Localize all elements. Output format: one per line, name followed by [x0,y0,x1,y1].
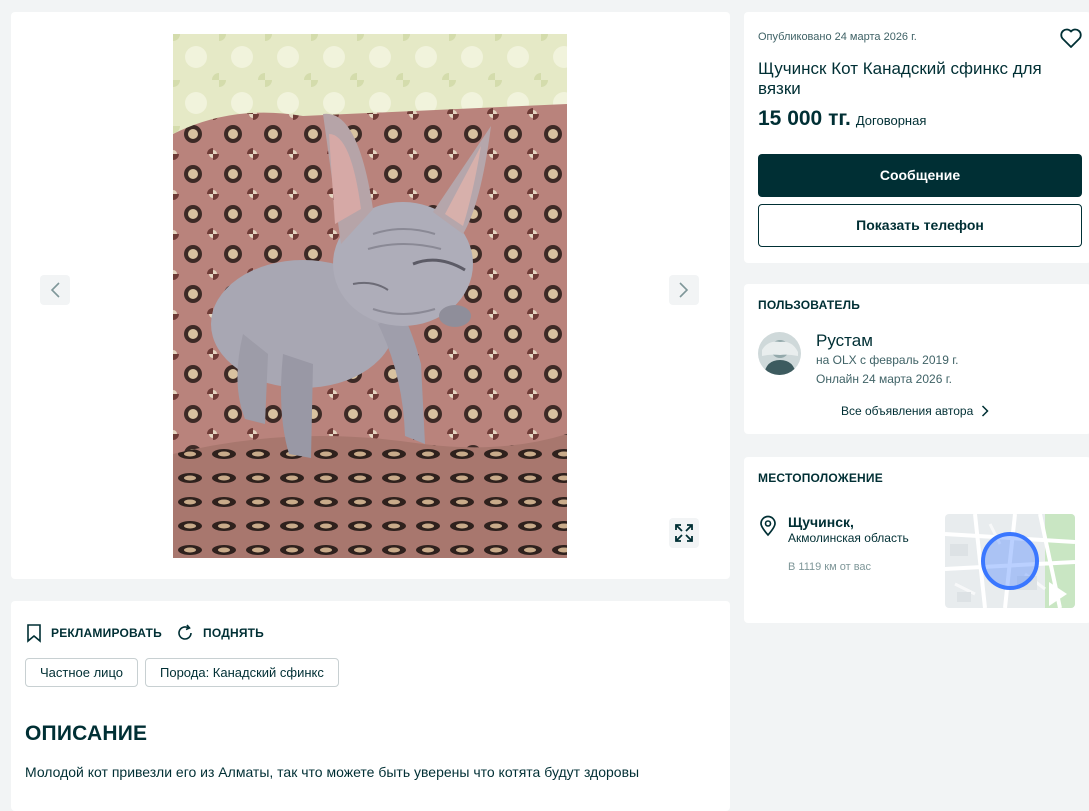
map-thumbnail [945,514,1075,608]
tag-breed: Порода: Канадский сфинкс [145,658,339,687]
raise-label: ПОДНЯТЬ [203,626,264,640]
gallery-next-button[interactable] [669,275,699,305]
location-distance: В 1119 км от вас [788,561,872,573]
tag-seller-type: Частное лицо [25,658,138,687]
expand-icon [675,524,693,542]
all-seller-ads-label: Все объявления автора [841,404,974,418]
photo-gallery [11,12,730,579]
seller-last-online: Онлайн 24 марта 2026 г. [816,372,952,386]
avatar-icon [758,332,801,375]
promote-label: РЕКЛАМИРОВАТЬ [51,626,162,640]
avatar[interactable] [758,332,801,375]
location-city: Щучинск, [788,514,854,530]
seller-card: ПОЛЬЗОВАТЕЛЬ Рустам на OLX с февраль 201… [744,284,1089,434]
show-phone-button[interactable]: Показать телефон [758,204,1082,247]
negotiable-label: Договорная [855,113,927,128]
message-button[interactable]: Сообщение [758,154,1082,197]
seller-name: Рустам [816,331,873,350]
offer-card: Опубликовано 24 марта 2026 г. Щучинск Ко… [744,12,1089,263]
listing-title: Щучинск Кот Канадский сфинкс для вязки [758,59,1042,98]
listing-photo[interactable] [173,34,567,558]
chevron-right-icon [679,282,689,298]
gallery-prev-button[interactable] [40,275,70,305]
location-map[interactable] [945,514,1075,608]
raise-button[interactable]: ПОДНЯТЬ [175,623,264,643]
cat-photo-illustration [173,34,567,558]
bookmark-icon [27,624,41,643]
seller-member-since: на OLX с февраль 2019 г. [816,353,959,367]
price-row: 15 000 тг. Договорная [758,107,926,131]
location-region: Акмолинская область [788,531,909,545]
location-pin-icon [760,515,776,537]
description-text: Молодой кот привезли его из Алматы, так … [25,764,640,780]
refresh-icon [178,624,192,640]
chevron-left-icon [50,282,60,298]
all-seller-ads-link[interactable]: Все объявления автора [841,404,989,418]
published-date: Опубликовано 24 марта 2026 г. [758,31,917,43]
chevron-right-icon [982,405,989,417]
description-title: ОПИСАНИЕ [25,722,148,745]
location-card: МЕСТОПОЛОЖЕНИЕ Щучинск, Акмолинская обла… [744,457,1089,623]
price: 15 000 тг. [758,107,851,130]
fullscreen-button[interactable] [669,518,699,548]
favorite-button[interactable] [1058,25,1084,51]
listing-details: РЕКЛАМИРОВАТЬ ПОДНЯТЬ Частное лицо Пород… [11,601,730,811]
heart-icon [1060,28,1082,48]
promote-button[interactable]: РЕКЛАМИРОВАТЬ [25,623,162,643]
seller-section-title: ПОЛЬЗОВАТЕЛЬ [758,298,861,312]
location-section-title: МЕСТОПОЛОЖЕНИЕ [758,471,883,485]
